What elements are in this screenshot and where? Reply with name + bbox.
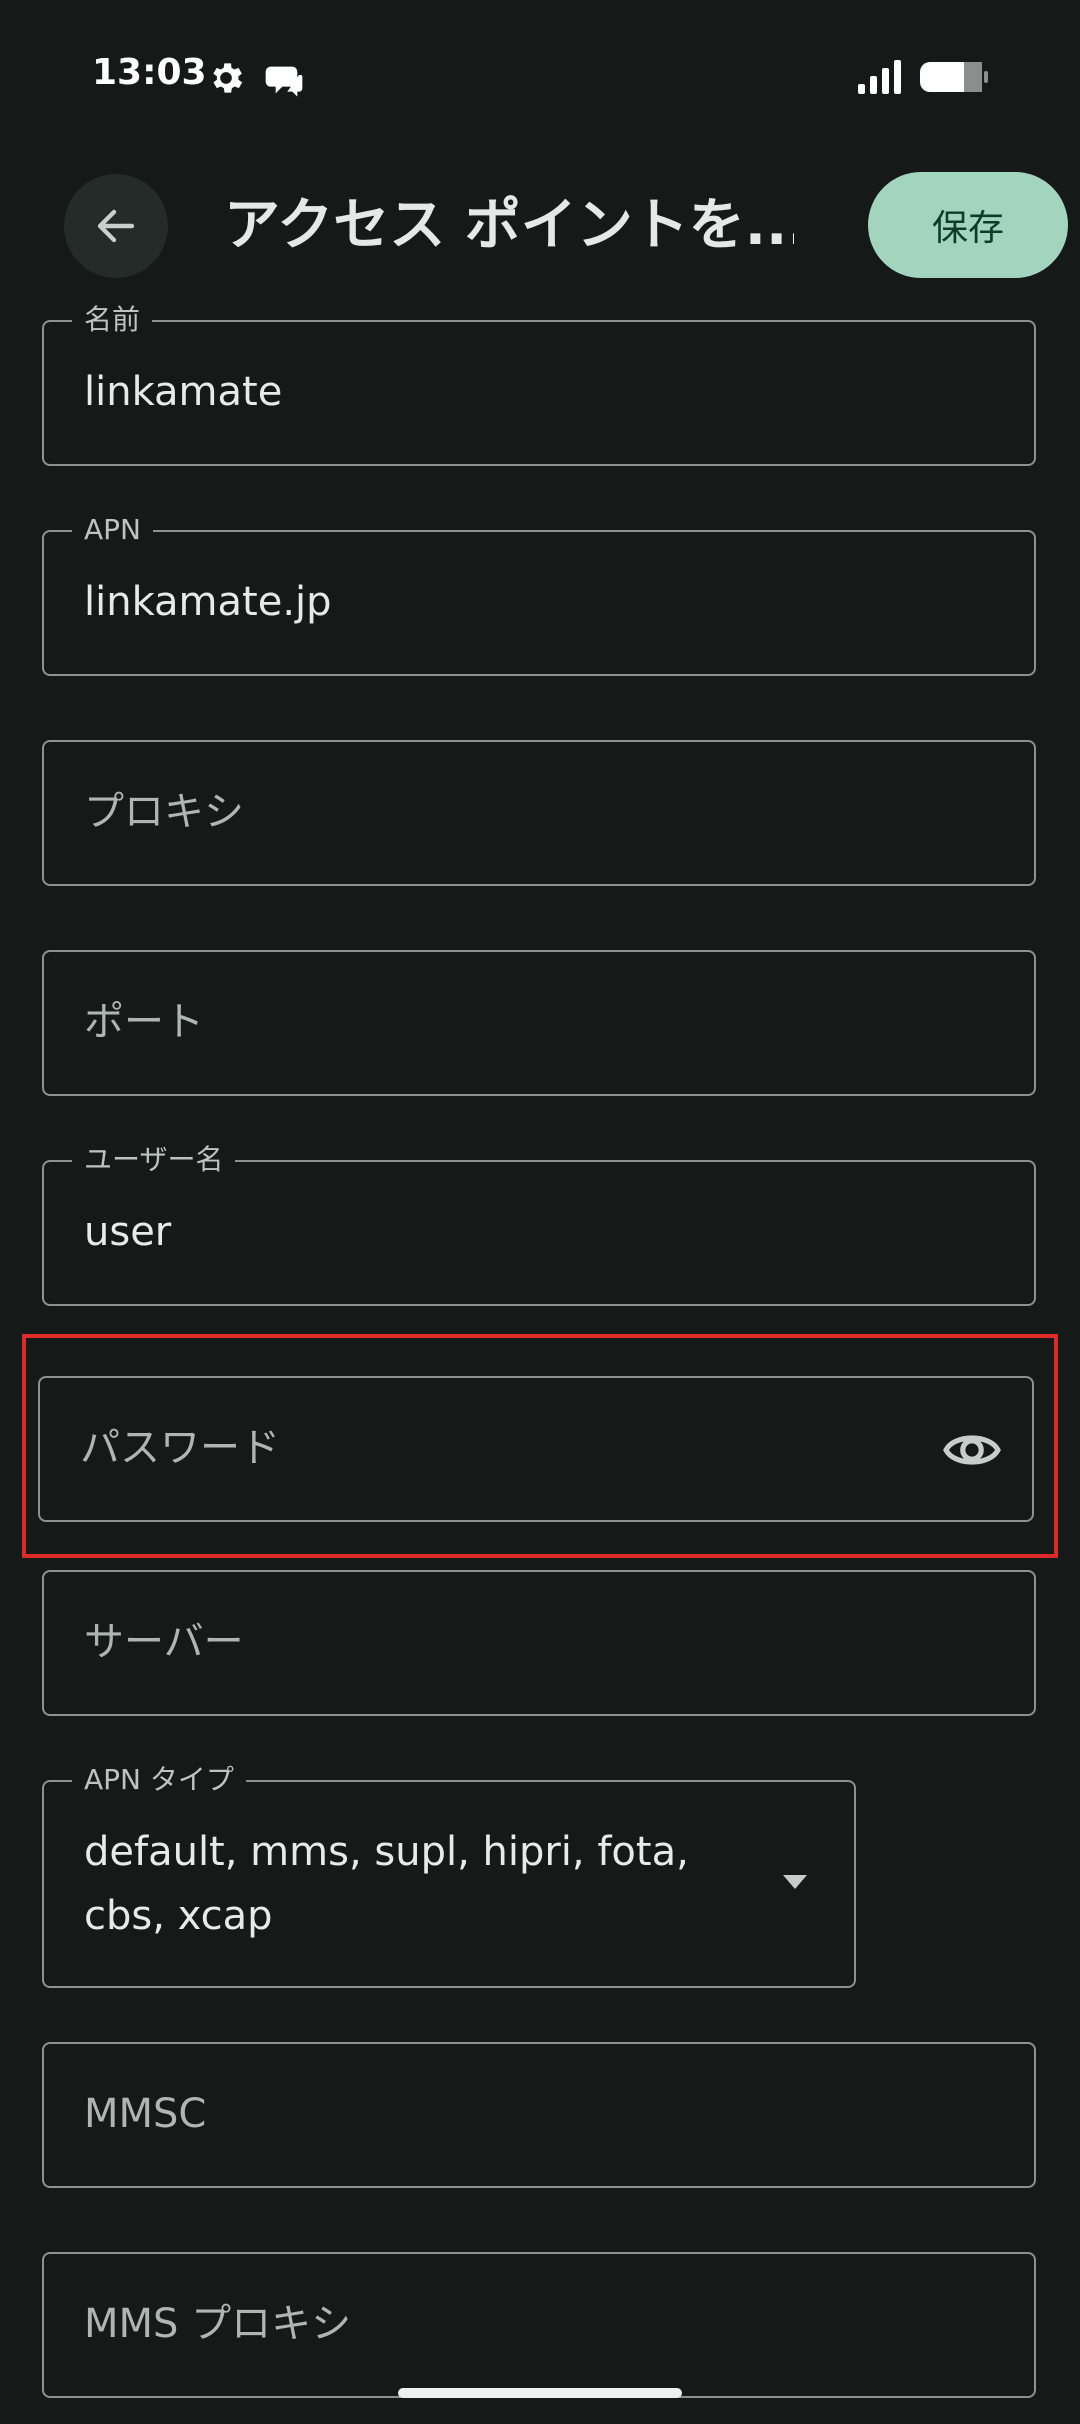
apn-edit-screen: 13:03 アクセス ポイントを... 保存 名前 linkamate APN … bbox=[0, 0, 1080, 2424]
name-field-value: linkamate bbox=[84, 369, 283, 415]
password-field-placeholder: パスワード bbox=[80, 1425, 280, 1471]
page-title: アクセス ポイントを... bbox=[224, 193, 794, 258]
chat-bubble-icon bbox=[265, 66, 303, 97]
back-button[interactable] bbox=[64, 174, 168, 278]
name-field[interactable]: 名前 linkamate bbox=[42, 302, 1036, 466]
name-field-label: 名前 bbox=[72, 302, 153, 338]
port-field-placeholder: ポート bbox=[84, 999, 204, 1045]
apn-field-label: APN bbox=[72, 512, 153, 548]
signal-icon bbox=[858, 60, 901, 94]
apn-type-label: APN タイプ bbox=[72, 1762, 246, 1798]
username-field-value: user bbox=[84, 1209, 172, 1255]
proxy-field-placeholder: プロキシ bbox=[84, 789, 244, 835]
dropdown-arrow-icon[interactable] bbox=[780, 1872, 810, 1892]
apn-field[interactable]: APN linkamate.jp bbox=[42, 512, 1036, 676]
battery-icon bbox=[920, 62, 988, 92]
username-field-label: ユーザー名 bbox=[72, 1142, 236, 1178]
password-field[interactable]: パスワード bbox=[38, 1376, 1034, 1522]
server-field[interactable]: サーバー bbox=[42, 1570, 1036, 1716]
mms-proxy-field[interactable]: MMS プロキシ bbox=[42, 2252, 1036, 2398]
status-time: 13:03 bbox=[92, 52, 207, 93]
mmsc-field[interactable]: MMSC bbox=[42, 2042, 1036, 2188]
gear-icon bbox=[213, 63, 243, 93]
apn-field-value: linkamate.jp bbox=[84, 579, 332, 625]
port-field[interactable]: ポート bbox=[42, 950, 1036, 1096]
proxy-field[interactable]: プロキシ bbox=[42, 740, 1036, 886]
eye-icon[interactable] bbox=[942, 1426, 1002, 1474]
apn-type-value: default, mms, supl, hipri, fota, cbs, xc… bbox=[84, 1829, 689, 1939]
arrow-left-icon bbox=[97, 209, 135, 243]
apn-type-dropdown[interactable]: APN タイプ default, mms, supl, hipri, fota,… bbox=[42, 1762, 856, 1988]
server-field-placeholder: サーバー bbox=[84, 1619, 244, 1665]
mmsc-field-placeholder: MMSC bbox=[84, 2091, 207, 2137]
username-field[interactable]: ユーザー名 user bbox=[42, 1142, 1036, 1306]
mms-proxy-field-placeholder: MMS プロキシ bbox=[84, 2301, 352, 2347]
home-indicator[interactable] bbox=[398, 2388, 682, 2398]
save-button[interactable]: 保存 bbox=[868, 172, 1068, 278]
